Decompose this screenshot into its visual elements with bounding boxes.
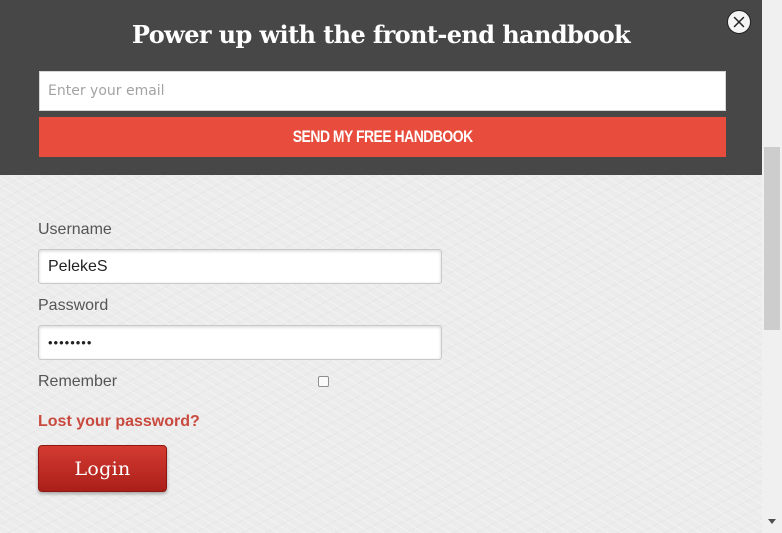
promo-email-input[interactable] bbox=[39, 71, 726, 111]
remember-checkbox[interactable] bbox=[318, 376, 329, 387]
scroll-down-arrow-icon[interactable] bbox=[767, 516, 777, 526]
lost-password-link[interactable]: Lost your password? bbox=[38, 413, 200, 431]
login-button[interactable]: Login bbox=[38, 445, 167, 492]
username-label: Username bbox=[38, 221, 112, 238]
remember-label: Remember bbox=[38, 373, 118, 390]
username-input[interactable] bbox=[38, 249, 442, 284]
send-handbook-button[interactable]: SEND MY FREE HANDBOOK bbox=[39, 117, 726, 157]
close-promo-button[interactable] bbox=[727, 10, 751, 34]
page-scrollbar[interactable] bbox=[762, 0, 782, 533]
scrollbar-thumb[interactable] bbox=[764, 147, 780, 330]
password-input[interactable] bbox=[38, 325, 442, 360]
promo-title: Power up with the front-end handbook bbox=[131, 20, 631, 49]
send-handbook-label: SEND MY FREE HANDBOOK bbox=[292, 127, 473, 146]
close-circle-icon bbox=[733, 16, 745, 28]
promo-banner: Power up with the front-end handbook SEN… bbox=[0, 0, 762, 175]
password-label: Password bbox=[38, 297, 109, 314]
